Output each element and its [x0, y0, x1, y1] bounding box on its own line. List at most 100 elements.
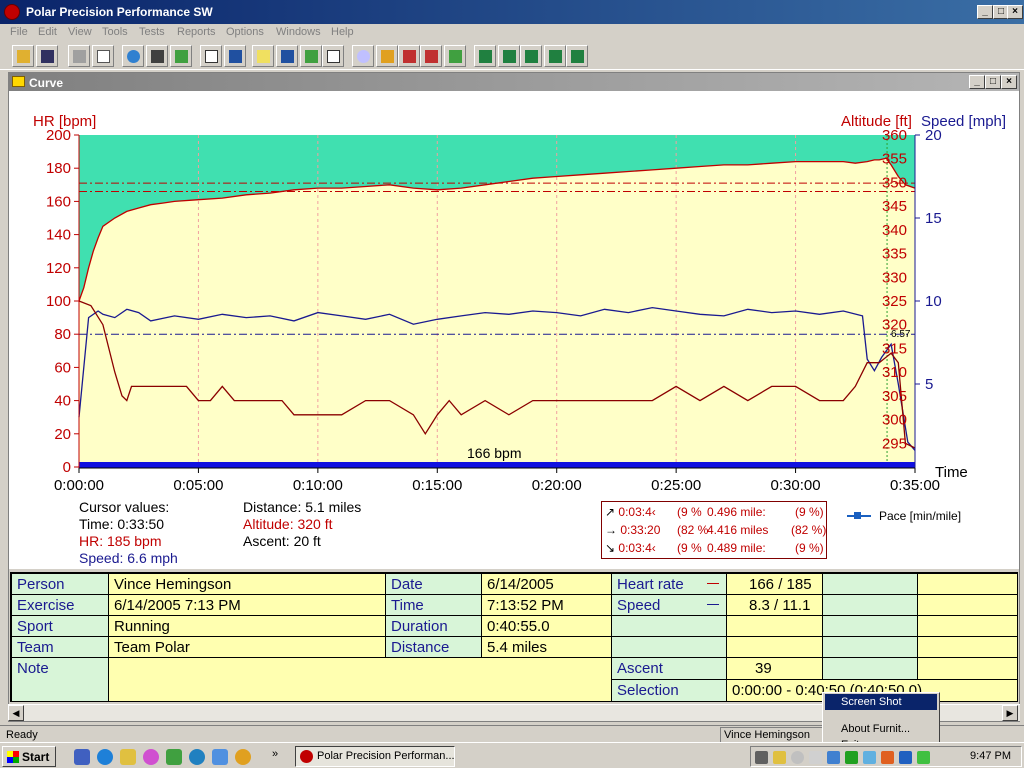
menu-edit[interactable]: Edit: [38, 26, 57, 38]
heart-rate-value: 166 / 185: [727, 574, 822, 594]
tray-sync-icon[interactable]: [917, 751, 930, 764]
report2-button[interactable]: [498, 45, 520, 67]
curve-close-button[interactable]: ×: [1001, 75, 1017, 89]
lap-distance: 4.416 miles: [707, 523, 769, 537]
print-button[interactable]: [68, 45, 90, 67]
scroll-left-button[interactable]: ◀: [8, 705, 24, 721]
duration-value: 0:40:55.0: [482, 616, 611, 636]
empty-cell: [823, 595, 917, 615]
curve-maximize-button[interactable]: □: [985, 75, 1001, 89]
media-icon[interactable]: [143, 749, 159, 765]
lap-down-icon: ↘: [605, 541, 616, 555]
report1-button[interactable]: [474, 45, 496, 67]
report3-button[interactable]: [520, 45, 542, 67]
windows-logo-icon: [7, 751, 19, 763]
note-value[interactable]: [109, 658, 611, 701]
person-icon: [381, 50, 394, 63]
copy-button[interactable]: [92, 45, 114, 67]
lap-pct2: (82 %): [791, 523, 827, 537]
show-desktop-icon[interactable]: [74, 749, 90, 765]
hr-tick-label: 0: [63, 459, 71, 476]
report4-button[interactable]: [544, 45, 566, 67]
person-value[interactable]: Vince Hemingson: [109, 574, 385, 594]
tray-camera-icon[interactable]: [809, 751, 822, 764]
tray-shield-icon[interactable]: [845, 751, 858, 764]
exercise-info-table: Person Vince Hemingson Date 6/14/2005 He…: [10, 572, 1018, 702]
tool-button[interactable]: [170, 45, 192, 67]
info-button[interactable]: [398, 45, 420, 67]
stats-button[interactable]: [300, 45, 322, 67]
duration-label: Duration: [386, 616, 481, 636]
globe-button[interactable]: [122, 45, 144, 67]
folder-icon: [17, 50, 30, 63]
heart-rate-label-text: Heart rate: [617, 576, 684, 593]
tray-disc-icon[interactable]: [791, 751, 804, 764]
sport-value[interactable]: Running: [109, 616, 385, 636]
menu-item-screen-shot[interactable]: Screen Shot: [825, 694, 937, 710]
hr-annotation: 166 bpm: [467, 445, 522, 461]
minimize-button[interactable]: _: [977, 5, 993, 19]
altitude-tick-label: 325: [882, 293, 907, 310]
person-button[interactable]: [376, 45, 398, 67]
time-label: Time: [386, 595, 481, 615]
table-button[interactable]: [322, 45, 344, 67]
start-button[interactable]: Start: [2, 746, 56, 767]
scroll-right-button[interactable]: ▶: [1002, 705, 1018, 721]
tray-bluetooth-icon[interactable]: [899, 751, 912, 764]
messenger-icon[interactable]: [189, 749, 205, 765]
taskbar-item-polar[interactable]: Polar Precision Performan...: [295, 746, 455, 767]
trend-button[interactable]: [444, 45, 466, 67]
empty-cell: [918, 616, 1017, 636]
save-button[interactable]: [36, 45, 58, 67]
exercise-value[interactable]: 6/14/2005 7:13 PM: [109, 595, 385, 615]
copy-icon: [97, 50, 110, 63]
menu-view[interactable]: View: [68, 26, 92, 38]
lap-pct: (9 %: [677, 505, 702, 519]
transfer-button[interactable]: [146, 45, 168, 67]
menu-help[interactable]: Help: [331, 26, 354, 38]
report5-button[interactable]: [566, 45, 588, 67]
team-value[interactable]: Team Polar: [109, 637, 385, 657]
hr-speed-altitude-chart[interactable]: 0204060801001201401601802002953003053103…: [9, 91, 1019, 569]
bars-button[interactable]: [276, 45, 298, 67]
player-icon[interactable]: [235, 749, 251, 765]
note-label: Note: [12, 658, 108, 701]
date-value: 6/14/2005: [482, 574, 611, 594]
diary-button[interactable]: [224, 45, 246, 67]
distance-value: 5.4 miles: [482, 637, 611, 657]
ie-icon[interactable]: [97, 749, 113, 765]
empty-cell: [823, 637, 917, 657]
open-button[interactable]: [12, 45, 34, 67]
volume-icon[interactable]: [755, 751, 768, 764]
tray-status-icon[interactable]: [863, 751, 876, 764]
menu-tools[interactable]: Tools: [102, 26, 128, 38]
time-tick-label: 0:10:00: [293, 477, 343, 494]
calendar-button[interactable]: [200, 45, 222, 67]
app-icon[interactable]: [166, 749, 182, 765]
empty-cell: [727, 637, 822, 657]
zoom-button[interactable]: [352, 45, 374, 67]
time-tick-label: 0:30:00: [771, 477, 821, 494]
cursor-values-heading: Cursor values:: [79, 499, 170, 515]
outlook-icon[interactable]: [120, 749, 136, 765]
menu-item-about[interactable]: About Furnit...: [825, 721, 937, 737]
menu-options[interactable]: Options: [226, 26, 264, 38]
speed-axis-label: Speed [mph]: [921, 113, 1007, 130]
menu-reports[interactable]: Reports: [177, 26, 216, 38]
menu-file[interactable]: File: [10, 26, 28, 38]
photo-icon[interactable]: [212, 749, 228, 765]
sync-button[interactable]: [420, 45, 442, 67]
tray-alert-icon[interactable]: [881, 751, 894, 764]
disk-icon: [41, 50, 54, 63]
menu-windows[interactable]: Windows: [276, 26, 321, 38]
curve-button[interactable]: [252, 45, 274, 67]
close-button[interactable]: ×: [1007, 5, 1023, 19]
calendar-icon: [205, 50, 218, 63]
speed-tick-label: 5: [925, 376, 933, 393]
hr-tick-label: 40: [54, 393, 71, 410]
quicklaunch-more-icon[interactable]: »: [272, 748, 278, 760]
menu-tests[interactable]: Tests: [139, 26, 165, 38]
tray-network-icon[interactable]: [827, 751, 840, 764]
curve-minimize-button[interactable]: _: [969, 75, 985, 89]
tray-app-icon[interactable]: [773, 751, 786, 764]
